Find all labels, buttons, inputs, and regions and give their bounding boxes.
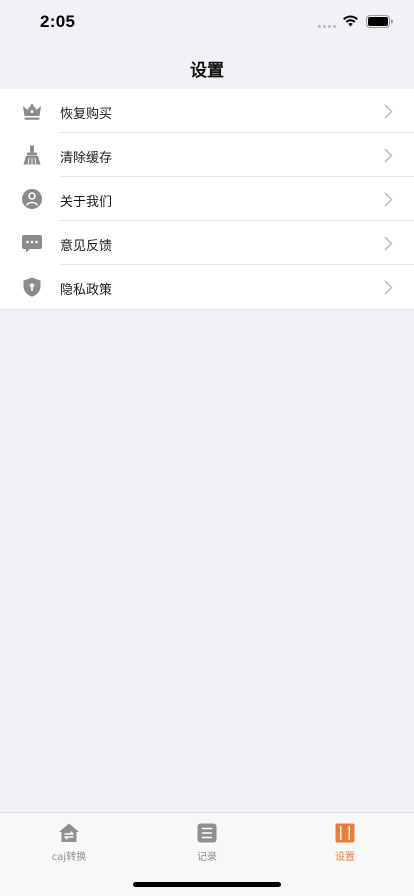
settings-row-restore-purchase[interactable]: 恢复购买	[0, 89, 414, 133]
tab-label: caj转换	[51, 852, 87, 863]
settings-row-feedback[interactable]: 意见反馈	[0, 221, 414, 265]
navigation-bar: 设置	[0, 44, 414, 90]
settings-row-about-us[interactable]: 关于我们	[0, 177, 414, 221]
settings-row-label: 关于我们	[60, 195, 113, 210]
status-time: 2:05	[40, 12, 76, 31]
records-icon	[197, 823, 217, 843]
chat-bubble-icon	[22, 235, 42, 253]
tab-label: 设置	[335, 852, 355, 863]
settings-row-privacy-policy[interactable]: 隐私政策	[0, 265, 414, 309]
chevron-right-icon	[384, 236, 393, 251]
tab-label: 记录	[197, 852, 217, 863]
settings-list: 恢复购买 清除缓存 关于我们 意见反馈 隐私政策	[0, 89, 414, 310]
tab-settings[interactable]: 设置	[276, 813, 414, 869]
status-bar: 2:05	[0, 0, 414, 44]
cellular-signal-icon	[318, 25, 336, 28]
chevron-right-icon	[384, 148, 393, 163]
shield-lock-icon	[23, 277, 41, 297]
tab-records[interactable]: 记录	[138, 813, 276, 869]
home-convert-icon	[59, 823, 79, 842]
settings-row-label: 恢复购买	[60, 107, 113, 122]
settings-book-icon	[335, 823, 355, 843]
settings-row-label: 意见反馈	[60, 239, 113, 254]
settings-screen: 2:05 设置 恢复购买 清除缓存 关于我们 意见反馈 隐私政策 caj转换 记…	[0, 0, 414, 896]
battery-icon	[366, 15, 393, 28]
chevron-right-icon	[384, 192, 393, 207]
tab-caj-convert[interactable]: caj转换	[0, 813, 138, 869]
chevron-right-icon	[384, 280, 393, 295]
user-circle-icon	[22, 189, 42, 209]
settings-row-label: 清除缓存	[60, 151, 113, 166]
crown-icon	[23, 103, 41, 120]
page-title: 设置	[190, 61, 224, 81]
wifi-icon	[343, 15, 358, 27]
home-indicator[interactable]	[133, 882, 281, 887]
broom-icon	[23, 145, 41, 165]
settings-row-clear-cache[interactable]: 清除缓存	[0, 133, 414, 177]
chevron-right-icon	[384, 104, 393, 119]
settings-row-label: 隐私政策	[60, 283, 113, 298]
